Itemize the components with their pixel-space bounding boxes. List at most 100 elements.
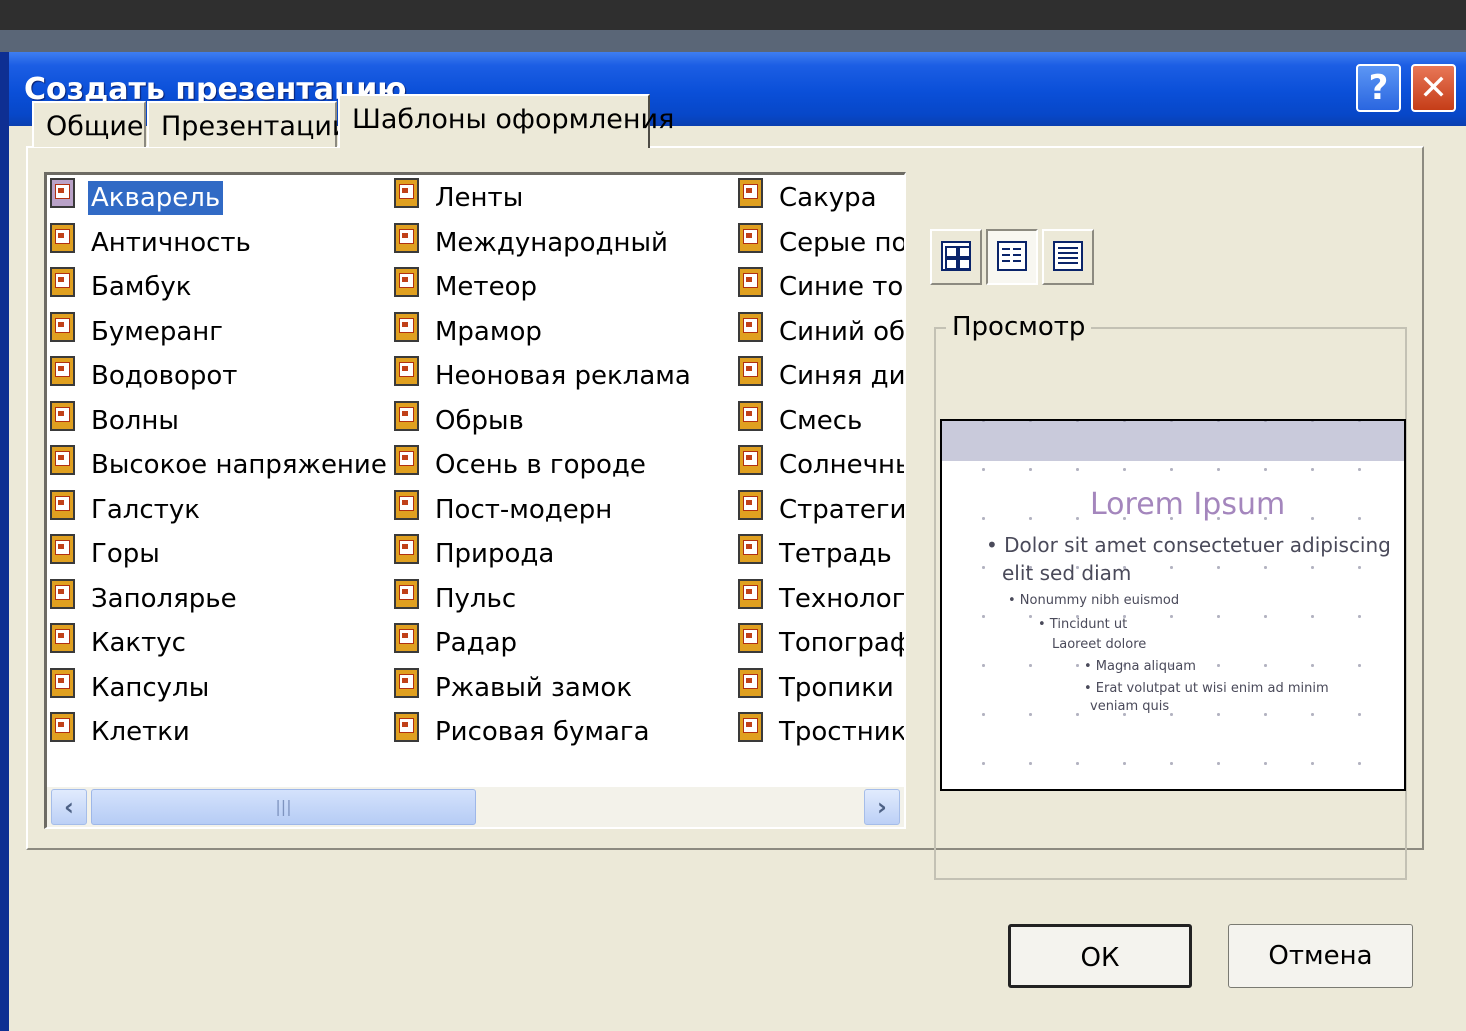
template-preview-image: Lorem Ipsum • Dolor sit amet consectetue… <box>940 419 1406 791</box>
presentation-template-icon <box>738 712 763 742</box>
list-item-label: Заполярье <box>91 583 237 614</box>
list-item-label: Капсулы <box>91 672 210 703</box>
slide-title: Lorem Ipsum <box>1090 487 1286 522</box>
list-item-label: Рисовая бумага <box>435 717 650 747</box>
presentation-template-icon <box>50 712 75 742</box>
ok-button[interactable]: ОК <box>1008 924 1192 988</box>
window-left-edge <box>0 52 9 1031</box>
presentation-template-icon <box>50 534 75 564</box>
cancel-button[interactable]: Отмена <box>1228 924 1413 988</box>
presentation-template-icon <box>50 578 75 609</box>
list-item-label: Ленты <box>435 183 524 213</box>
presentation-template-icon <box>738 267 763 297</box>
list-item-label: Горы <box>91 539 160 569</box>
presentation-template-icon <box>738 667 763 698</box>
scroll-right-button[interactable]: › <box>864 789 900 825</box>
list-item-label: Тропики <box>779 672 894 703</box>
details-view-button[interactable] <box>1042 229 1094 285</box>
tab-design-templates[interactable]: Шаблоны оформления <box>338 94 674 148</box>
presentation-template-icon <box>738 222 763 253</box>
slide-text-small: • Nonummy nibh euismod <box>1008 593 1180 608</box>
list-item-label: Солнечны <box>779 450 906 480</box>
list-item-label: Осень в городе <box>435 450 646 480</box>
presentation-template-icon <box>50 623 75 653</box>
list-item-label: Водоворот <box>91 361 238 391</box>
presentation-template-icon <box>738 534 763 564</box>
list-item-label: Синие тон <box>779 272 904 302</box>
tab-general[interactable]: Общие <box>32 101 146 147</box>
presentation-template-icon <box>394 445 419 475</box>
presentation-template-icon <box>394 578 419 609</box>
close-button[interactable]: ✕ <box>1411 64 1456 112</box>
list-item-label: Мрамор <box>435 316 542 347</box>
list-item-label: Природа <box>435 539 555 569</box>
list-item-label: Стратегия <box>779 494 906 525</box>
list-item-label: Ржавый замок <box>435 672 633 703</box>
horizontal-scrollbar[interactable]: ‹ ||| › <box>47 787 904 827</box>
scroll-thumb[interactable]: ||| <box>91 789 476 825</box>
list-item-label: Тетрадь <box>779 539 892 569</box>
templates-list[interactable]: Акварель Античность Бамбук Бумеранг Водо… <box>44 172 906 829</box>
list-item-label: Метеор <box>435 272 537 302</box>
list-item-label: Топографи <box>779 628 904 658</box>
scroll-left-button[interactable]: ‹ <box>51 789 87 825</box>
presentation-template-icon <box>738 178 763 208</box>
details-view-icon <box>1053 241 1083 271</box>
list-item-label: Радар <box>435 628 518 658</box>
list-item-label: Волны <box>91 405 179 436</box>
list-item-label: Синяя диа <box>779 361 906 391</box>
presentation-template-icon <box>50 178 75 208</box>
list-item-label: Пульс <box>435 583 517 614</box>
list-view-icon <box>997 241 1027 271</box>
presentation-template-icon <box>50 222 75 253</box>
presentation-template-icon <box>738 623 763 653</box>
list-item-label: Обрыв <box>435 405 524 436</box>
list-item-label: Международный <box>435 227 668 258</box>
presentation-template-icon <box>394 356 419 386</box>
large-icons-view-icon <box>941 241 971 271</box>
presentation-template-icon <box>50 356 75 386</box>
presentation-template-icon <box>50 311 75 342</box>
list-item-label: Античность <box>91 227 251 258</box>
presentation-template-icon <box>394 667 419 698</box>
presentation-template-icon <box>394 623 419 653</box>
desktop-band <box>0 30 1466 52</box>
presentation-template-icon <box>394 311 419 342</box>
list-view-button[interactable] <box>986 229 1038 285</box>
list-item-label: Клетки <box>91 717 190 747</box>
presentation-template-icon <box>50 400 75 431</box>
list-item-label: Неоновая реклама <box>435 361 691 391</box>
slide-text-small: veniam quis <box>1090 699 1170 714</box>
presentation-template-icon <box>394 178 419 208</box>
list-item-label: Серые пол <box>779 227 906 258</box>
list-item-label: Галстук <box>91 494 200 525</box>
slide-text-small: • Magna aliquam <box>1084 659 1196 674</box>
list-item-label: Синий обе <box>779 316 906 347</box>
large-icons-view-button[interactable] <box>930 229 982 285</box>
list-item-label: Смесь <box>779 405 863 436</box>
slide-text-small: • Erat volutpat ut wisi enim ad minim <box>1084 681 1329 696</box>
list-item-label: Пост-модерн <box>435 494 613 525</box>
presentation-template-icon <box>738 578 763 609</box>
presentation-template-icon <box>50 267 75 297</box>
presentation-template-icon <box>50 445 75 475</box>
presentation-template-icon <box>738 311 763 342</box>
presentation-template-icon <box>50 667 75 698</box>
presentation-template-icon <box>738 445 763 475</box>
tab-presentations[interactable]: Презентации <box>147 101 349 147</box>
list-item-label: Кактус <box>91 628 186 658</box>
list-item-label: Бумеранг <box>91 316 223 347</box>
help-button[interactable]: ? <box>1356 64 1401 112</box>
presentation-template-icon <box>394 534 419 564</box>
presentation-template-icon <box>394 489 419 520</box>
list-item-label: Бамбук <box>91 272 192 302</box>
presentation-template-icon <box>394 222 419 253</box>
presentation-template-icon <box>738 489 763 520</box>
presentation-template-icon <box>394 712 419 742</box>
slide-text-small: Laoreet dolore <box>1052 637 1147 652</box>
presentation-template-icon <box>738 356 763 386</box>
slide-text-line: • Dolor sit amet consectetuer adipiscing <box>986 533 1391 557</box>
presentation-template-icon <box>394 267 419 297</box>
list-item-label: Технологи <box>779 583 906 614</box>
presentation-template-icon <box>394 400 419 431</box>
